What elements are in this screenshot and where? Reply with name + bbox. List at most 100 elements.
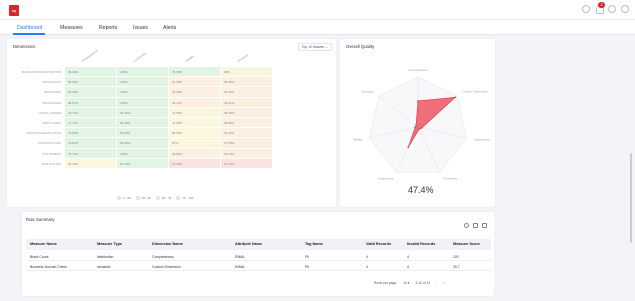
columns-icon[interactable]	[482, 223, 487, 228]
tab-dashboard[interactable]: Dashboard	[17, 25, 42, 31]
heatmap-cell[interactable]: 97.45%	[117, 158, 169, 169]
heatmap-row-label: BANKLOANS	[42, 80, 61, 85]
heatmap-cell[interactable]: 88.57%	[65, 97, 117, 108]
heatmap-cell[interactable]: 86.58%	[65, 77, 117, 88]
table-cell: Completeness	[152, 255, 174, 259]
col-measure-type[interactable]: Measure Type	[97, 242, 122, 246]
heatmap-cell[interactable]: 95.92%	[117, 138, 169, 149]
radar-point[interactable]	[407, 146, 410, 149]
legend-item: 0 - 25	[117, 196, 131, 200]
col-measure-name[interactable]: Measure Name	[30, 242, 57, 246]
heatmap-cell[interactable]: 78.73%	[65, 148, 117, 159]
col-invalid-records[interactable]: Invalid Records	[407, 242, 435, 246]
col-attribute-name[interactable]: Attribute Name	[235, 242, 262, 246]
heatmap-cell[interactable]: 40.21%	[221, 97, 273, 108]
heatmap-cell[interactable]: 49.80%	[169, 148, 221, 159]
heatmap-cell[interactable]: 41.65%	[221, 87, 273, 98]
col-valid-records[interactable]: Valid Records	[366, 242, 391, 246]
heatmap-cell[interactable]: 96.09%	[65, 67, 117, 78]
table-cell: 100	[453, 255, 459, 259]
heatmap-cell[interactable]: 95.90%	[117, 128, 169, 139]
rows-per-page-select[interactable]: 10 ▾	[403, 281, 409, 285]
table-row[interactable]: Blank Count distribution Completeness EMAIL…	[26, 252, 491, 261]
heatmap-cell[interactable]: 50.00%	[169, 128, 221, 139]
radar-axis-label: Validity	[353, 138, 363, 142]
heatmap-cell[interactable]: 42.12%	[169, 97, 221, 108]
bell-icon[interactable]: 3	[595, 2, 605, 14]
heatmap-cell[interactable]: 19.23%	[169, 158, 221, 169]
heatmap-cell[interactable]: 100%	[117, 148, 169, 159]
table-cell: EMAIL	[235, 264, 246, 269]
app-logo[interactable]: DQ	[9, 5, 19, 16]
heatmap-cell[interactable]: 68%	[221, 67, 273, 78]
heatmap-cell[interactable]: 79.82%	[65, 128, 117, 139]
col-measure-score[interactable]: Measure Score	[453, 242, 480, 246]
table-cell: PII	[305, 255, 310, 259]
settings-icon[interactable]	[608, 5, 616, 13]
legend-swatch	[117, 196, 121, 200]
radar-point[interactable]	[418, 128, 420, 131]
heatmap-cell[interactable]: 96.32%	[117, 118, 169, 129]
heatmap-cell[interactable]: 74.59%	[169, 107, 221, 118]
heatmap-cell[interactable]: 86.59%	[65, 87, 117, 98]
help-icon[interactable]	[582, 5, 590, 13]
table-cell: semantic	[97, 264, 111, 269]
next-page-button[interactable]: ›	[443, 281, 444, 285]
table-row[interactable]: Business Domain Check semantic Custom Dime…	[26, 262, 491, 271]
heatmap-cell[interactable]: 41.18%	[169, 77, 221, 88]
heatmap-cell[interactable]: 64.44%	[65, 158, 117, 169]
heatmap-cell[interactable]: 96.32%	[117, 107, 169, 118]
heatmap-column-header: Validity	[184, 54, 195, 63]
radar-point[interactable]	[454, 96, 457, 99]
heatmap-cell[interactable]: 77.74%	[65, 118, 117, 129]
legend-label: 25 - 50	[141, 196, 152, 200]
tab-measures[interactable]: Measures	[60, 25, 83, 31]
heatmap-cell[interactable]: 72.50%	[169, 118, 221, 129]
heatmap-cell[interactable]: 100%	[117, 77, 169, 88]
dimensions-title: Dimensions	[13, 44, 36, 49]
tab-reports[interactable]: Reports	[99, 25, 117, 31]
legend-swatch	[135, 196, 140, 200]
col-dimension-name[interactable]: Dimension Name	[152, 242, 183, 246]
heatmap-cell[interactable]: 38.15%	[221, 107, 273, 118]
table-cell: PII	[305, 264, 310, 269]
heatmap-cell[interactable]: 57%	[169, 138, 221, 149]
radar-point[interactable]	[414, 126, 416, 129]
heatmap-cell[interactable]: 27.50%	[221, 138, 273, 149]
page-scrollbar[interactable]	[630, 153, 632, 243]
legend-item: 75 - 100	[176, 196, 193, 200]
heatmap-cell[interactable]: 38.55%	[221, 77, 273, 88]
asset-filter-select[interactable]: Top 10 Assets ⌄	[297, 43, 332, 51]
heatmap-row-label: CUSTOMERS	[41, 151, 61, 156]
heatmap-cell[interactable]: 76.59%	[169, 67, 221, 78]
radar-point[interactable]	[417, 100, 419, 102]
heatmap-cell[interactable]: 100%	[117, 87, 169, 98]
heatmap-cell[interactable]: 100%	[117, 97, 169, 108]
quality-card: Overall Quality Completeness Custom Dimen…	[340, 39, 495, 207]
table-cell: 4	[366, 264, 368, 269]
heatmap-cell[interactable]: 31.45%	[221, 128, 273, 139]
heatmap-row-label: EMPLOYEES	[42, 121, 61, 125]
heatmap-cell[interactable]: 25.10%	[221, 148, 273, 159]
heatmap-cell[interactable]: 79.74%	[65, 107, 117, 118]
user-avatar[interactable]	[621, 5, 629, 13]
page-range: 1-10 of 12	[415, 281, 431, 285]
table-header: Measure Name Measure Type Dimension Name…	[26, 239, 491, 250]
table-cell: EMAIL	[235, 255, 246, 259]
download-icon[interactable]	[473, 223, 478, 228]
radar-point[interactable]	[420, 126, 423, 129]
table-cell: Business Domain Check	[30, 264, 67, 269]
active-tab-indicator	[13, 33, 45, 35]
prev-page-button[interactable]: ‹	[436, 281, 437, 285]
search-icon[interactable]	[464, 223, 469, 228]
heatmap-cell[interactable]: 38.85%	[221, 118, 273, 129]
heatmap-cell[interactable]: 15.72%	[221, 158, 273, 169]
heatmap-cell[interactable]: 79.82%	[65, 138, 117, 149]
radar-point[interactable]	[415, 124, 417, 127]
heatmap-cell[interactable]: 41.18%	[169, 87, 221, 98]
tab-alerts[interactable]: Alerts	[163, 25, 176, 31]
heatmap-cell[interactable]: 100%	[117, 67, 169, 78]
col-tag-name[interactable]: Tag Name	[305, 242, 323, 246]
radar-axis-label: Accuracy	[361, 89, 374, 93]
tab-issues[interactable]: Issues	[133, 25, 148, 31]
